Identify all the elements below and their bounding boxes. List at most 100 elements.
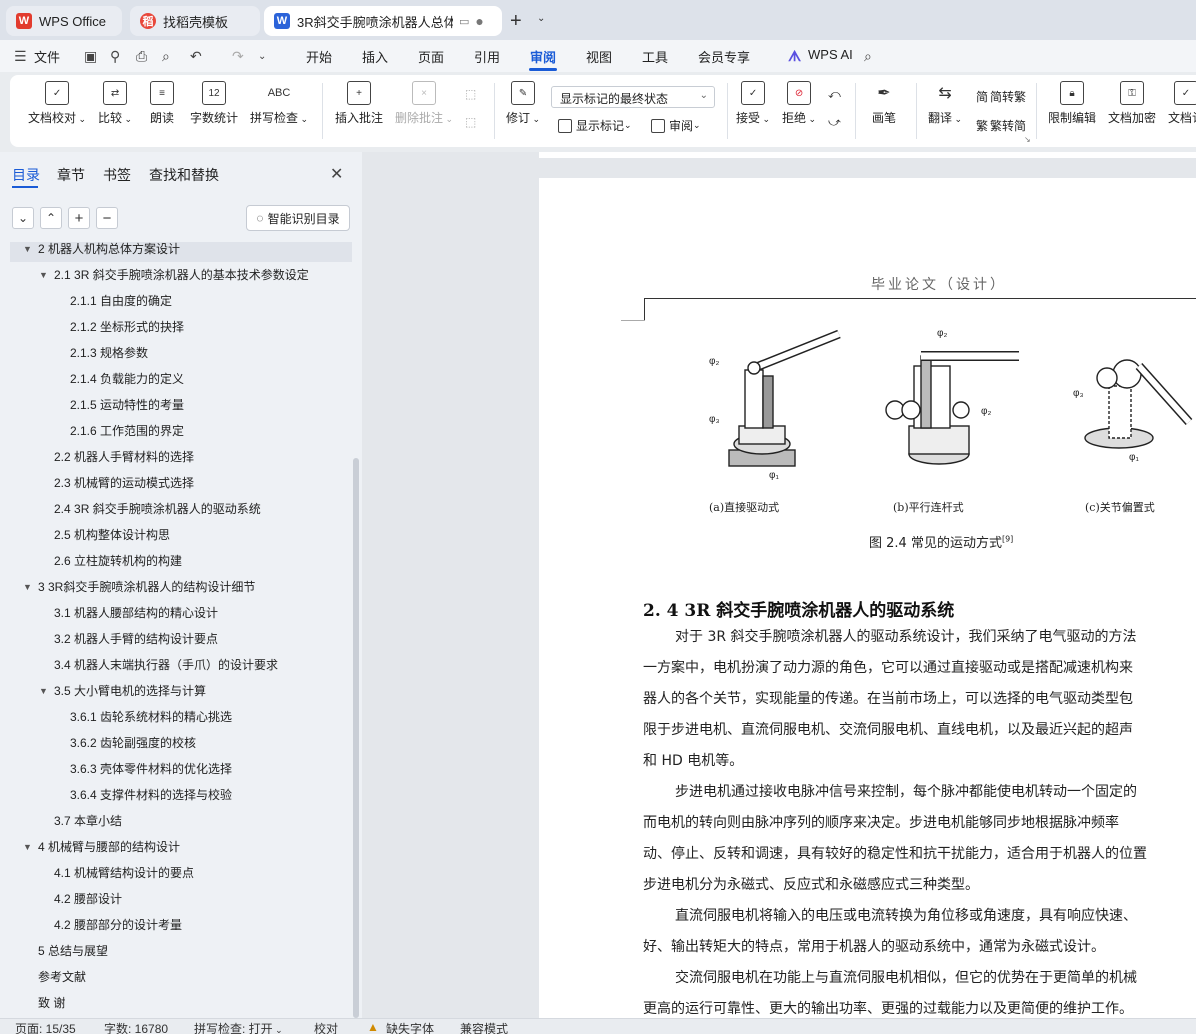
document-page[interactable]: 毕业论文（设计） φ₂ φ₃ φ₁ φ₂ φ₂ φ₃ φ₁ (a)直接驱动式 (… bbox=[539, 178, 1196, 1018]
toc-item[interactable]: 2.1.4 负载能力的定义 bbox=[0, 366, 352, 392]
expand-caret-icon[interactable]: ▼ bbox=[23, 834, 32, 860]
accept-button[interactable]: ✓ 接受 ⌄ bbox=[736, 81, 770, 126]
ink-pen-button[interactable]: ✒ 画笔 bbox=[872, 81, 896, 126]
revise-button[interactable]: ✎ 修订 ⌄ bbox=[506, 81, 540, 126]
expand-caret-icon[interactable]: ▼ bbox=[23, 242, 32, 262]
tab-docer-templates[interactable]: 稻 找稻壳模板 bbox=[130, 6, 260, 36]
prev-comment-icon[interactable]: ⬚ bbox=[465, 87, 476, 101]
insert-comment-button[interactable]: + 插入批注 bbox=[335, 81, 383, 126]
toc-item[interactable]: 3.4 机器人末端执行器（手爪）的设计要求 bbox=[0, 652, 352, 678]
link-icon[interactable]: ⚲ bbox=[110, 48, 120, 65]
toc-item[interactable]: 4.2 腰部部分的设计考量 bbox=[0, 912, 352, 938]
save-icon[interactable]: ▣ bbox=[84, 48, 97, 65]
chevron-down-icon[interactable]: ⌄ bbox=[537, 13, 545, 24]
word-count-indicator[interactable]: 字数: 16780 bbox=[104, 1020, 168, 1034]
toc-item[interactable]: 参考文献 bbox=[0, 964, 352, 990]
menu-tools[interactable]: 工具 bbox=[642, 47, 668, 66]
toc-item[interactable]: ▼ 3 3R斜交手腕喷涂机器人的结构设计细节 bbox=[0, 574, 352, 600]
encrypt-button[interactable]: ⚿ 文档加密 bbox=[1108, 81, 1156, 126]
toc-item[interactable]: 3.6.1 齿轮系统材料的精心挑选 bbox=[0, 704, 352, 730]
expand-caret-icon[interactable]: ▼ bbox=[39, 262, 48, 288]
tab-document[interactable]: W 3R斜交手腕喷涂机器人总体及 ▭ ● bbox=[264, 6, 502, 36]
expand-down-button[interactable]: ⌄ bbox=[12, 207, 34, 229]
demote-minus-button[interactable]: − bbox=[96, 207, 118, 229]
next-change-icon[interactable]: ⤻ bbox=[828, 115, 841, 130]
panel-tab-bookmarks[interactable]: 书签 bbox=[103, 165, 131, 185]
expand-caret-icon[interactable]: ▼ bbox=[23, 574, 32, 600]
panel-tab-chapters[interactable]: 章节 bbox=[57, 165, 85, 185]
undo-icon[interactable]: ↶ bbox=[190, 48, 202, 65]
restrict-edit-button[interactable]: 🔒︎ 限制编辑 bbox=[1048, 81, 1096, 126]
print-icon[interactable]: ⎙ bbox=[136, 48, 147, 65]
spell-check-button[interactable]: ABC 拼写检查 ⌄ bbox=[250, 81, 308, 126]
hamburger-icon[interactable]: ☰ bbox=[14, 48, 27, 65]
toc-item[interactable]: 3.2 机器人手臂的结构设计要点 bbox=[0, 626, 352, 652]
redo-icon[interactable]: ↷ bbox=[232, 48, 244, 65]
expand-caret-icon[interactable]: ▼ bbox=[39, 678, 48, 704]
reject-button[interactable]: ⊘ 拒绝 ⌄ bbox=[782, 81, 816, 126]
search-icon[interactable]: ⌕ bbox=[864, 48, 872, 65]
tab-wps-office[interactable]: W WPS Office bbox=[6, 6, 122, 36]
toc-item[interactable]: 3.6.4 支撑件材料的选择与校验 bbox=[0, 782, 352, 808]
toc-item[interactable]: 2.3 机械臂的运动模式选择 bbox=[0, 470, 352, 496]
menu-page[interactable]: 页面 bbox=[418, 47, 444, 66]
menu-member[interactable]: 会员专享 bbox=[698, 47, 750, 66]
toc-item[interactable]: 3.6.2 齿轮副强度的校核 bbox=[0, 730, 352, 756]
translate-button[interactable]: ⇆ 翻译 ⌄ bbox=[928, 81, 962, 126]
toc-item[interactable]: 2.2 机器人手臂材料的选择 bbox=[0, 444, 352, 470]
toc-item[interactable]: 5 总结与展望 bbox=[0, 938, 352, 964]
toc-item[interactable]: 4.1 机械臂结构设计的要点 bbox=[0, 860, 352, 886]
toc-item[interactable]: 3.1 机器人腰部结构的精心设计 bbox=[0, 600, 352, 626]
collapse-up-button[interactable]: ⌃ bbox=[40, 207, 62, 229]
smart-toc-button[interactable]: ◌ 智能识别目录 bbox=[246, 205, 350, 231]
menu-wps-ai[interactable]: WPS AI bbox=[808, 47, 853, 62]
more-chevron-icon[interactable]: ⌄ bbox=[258, 51, 266, 62]
promote-plus-button[interactable]: + bbox=[68, 207, 90, 229]
page-indicator[interactable]: 页面: 15/35 bbox=[15, 1020, 76, 1034]
word-count-button[interactable]: 12 字数统计 bbox=[190, 81, 238, 126]
menu-review[interactable]: 审阅 bbox=[530, 47, 556, 66]
markup-state-select[interactable]: 显示标记的最终状态 ⌄ bbox=[551, 86, 715, 108]
toc-item[interactable]: 2.1.1 自由度的确定 bbox=[0, 288, 352, 314]
menu-file[interactable]: 文件 bbox=[34, 47, 60, 66]
monitor-icon[interactable]: ▭ bbox=[459, 15, 469, 28]
panel-scrollbar[interactable] bbox=[353, 458, 359, 1018]
toc-item[interactable]: 2.1.6 工作范围的界定 bbox=[0, 418, 352, 444]
toc-item[interactable]: ▼ 4 机械臂与腰部的结构设计 bbox=[0, 834, 352, 860]
panel-tab-toc[interactable]: 目录 bbox=[12, 165, 40, 185]
missing-font-indicator[interactable]: 缺失字体 bbox=[386, 1020, 434, 1034]
review-pane-button[interactable]: 审阅 ⌄ bbox=[651, 117, 701, 134]
doc-auth-button[interactable]: ✓ 文档认 bbox=[1168, 81, 1196, 126]
toc-item[interactable]: 2.6 立柱旋转机构的构建 bbox=[0, 548, 352, 574]
menu-reference[interactable]: 引用 bbox=[474, 47, 500, 66]
menu-insert[interactable]: 插入 bbox=[362, 47, 388, 66]
figure-citation[interactable]: [9] bbox=[1002, 535, 1013, 544]
toc-item[interactable]: ▼ 3.5 大小臂电机的选择与计算 bbox=[0, 678, 352, 704]
toc-item[interactable]: 2.1.5 运动特性的考量 bbox=[0, 392, 352, 418]
to-simplified-button[interactable]: 繁 繁转简 bbox=[976, 117, 1026, 134]
toc-item[interactable]: 致 谢 bbox=[0, 990, 352, 1016]
doc-check-button[interactable]: ✓ 文档校对 ⌄ bbox=[28, 81, 86, 126]
to-traditional-button[interactable]: 简 简转繁 bbox=[976, 88, 1026, 105]
close-icon[interactable]: ✕ bbox=[330, 164, 343, 184]
compare-button[interactable]: ⇄ 比较 ⌄ bbox=[98, 81, 132, 126]
proof-indicator[interactable]: 校对 bbox=[314, 1020, 338, 1034]
spell-check-indicator[interactable]: 拼写检查: 打开 ⌄ bbox=[194, 1020, 283, 1034]
unsaved-dot-icon[interactable]: ● bbox=[475, 13, 483, 29]
panel-tab-find-replace[interactable]: 查找和替换 bbox=[149, 165, 219, 185]
toc-item[interactable]: 2.1.2 坐标形式的抉择 bbox=[0, 314, 352, 340]
toc-item[interactable]: 2.4 3R 斜交手腕喷涂机器人的驱动系统 bbox=[0, 496, 352, 522]
toc-item[interactable]: 3.6.3 壳体零件材料的优化选择 bbox=[0, 756, 352, 782]
toc-item[interactable]: ▼ 2.1 3R 斜交手腕喷涂机器人的基本技术参数设定 bbox=[0, 262, 352, 288]
show-markup-button[interactable]: 显示标记 ⌄ bbox=[558, 117, 632, 134]
toc-item[interactable]: 3.7 本章小结 bbox=[0, 808, 352, 834]
read-aloud-button[interactable]: ≡ 朗读 bbox=[150, 81, 174, 126]
toc-item[interactable]: 2.1.3 规格参数 bbox=[0, 340, 352, 366]
group-expand-icon[interactable]: ↘ bbox=[1024, 135, 1031, 144]
new-tab-plus-icon[interactable]: + bbox=[510, 10, 522, 33]
delete-comment-button[interactable]: × 删除批注 ⌄ bbox=[395, 81, 453, 126]
toc-item[interactable]: ▼ 2 机器人机构总体方案设计 bbox=[10, 242, 352, 262]
next-comment-icon[interactable]: ⬚ bbox=[465, 115, 476, 129]
menu-view[interactable]: 视图 bbox=[586, 47, 612, 66]
toc-item[interactable]: 4.2 腰部设计 bbox=[0, 886, 352, 912]
